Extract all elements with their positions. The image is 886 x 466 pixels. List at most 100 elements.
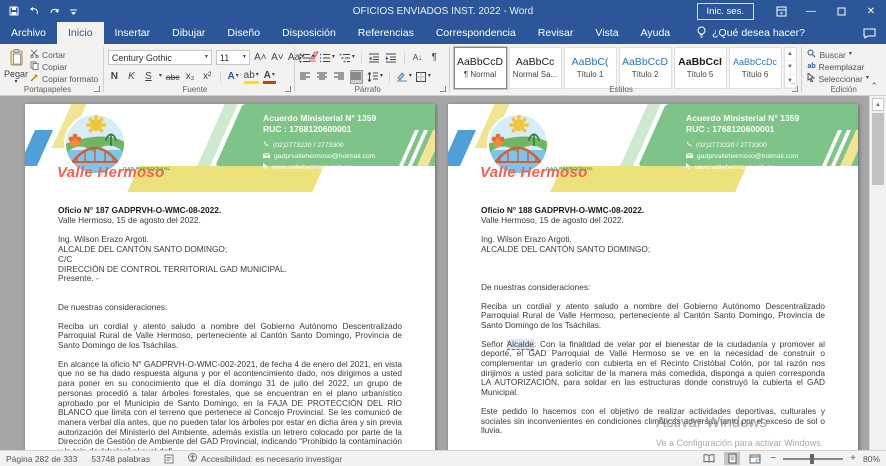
show-formatting-marks-button[interactable]: ¶ bbox=[428, 51, 441, 65]
zoom-slider[interactable] bbox=[783, 458, 843, 460]
paragraph-3[interactable]: Este pedido lo hacemos con el objetivo d… bbox=[481, 407, 825, 436]
salutation[interactable]: De nuestras consideraciones: bbox=[481, 283, 825, 293]
word-count[interactable]: 53748 palabras bbox=[91, 454, 150, 464]
decrease-indent-button[interactable] bbox=[368, 51, 381, 65]
ribbon-display-options-icon[interactable] bbox=[766, 0, 796, 22]
italic-button[interactable]: K bbox=[125, 70, 138, 84]
styles-gallery-scroll[interactable]: ▲ ▼ ▼̲ bbox=[784, 47, 797, 89]
recipient-line[interactable]: Presente. - bbox=[58, 274, 402, 284]
tab-correspondencia[interactable]: Correspondencia bbox=[425, 22, 527, 44]
styles-dialog-launcher-icon[interactable] bbox=[792, 86, 798, 92]
tell-me-search[interactable]: ¿Qué desea hacer? bbox=[681, 22, 805, 44]
recipient-line[interactable]: ALCALDE DEL CANTÓN SANTO DOMINGO; bbox=[481, 245, 825, 255]
tab-vista[interactable]: Vista bbox=[584, 22, 629, 44]
zoom-slider-thumb[interactable] bbox=[810, 454, 814, 464]
bullets-button[interactable]: ▾ bbox=[299, 51, 315, 65]
collapse-ribbon-icon[interactable]: ⌃ bbox=[870, 81, 878, 92]
feedback-icon[interactable] bbox=[863, 22, 886, 44]
page-left[interactable]: Valle Hermoso GAD PARROQUIAL Acuerdo Min… bbox=[25, 104, 435, 450]
copy-button[interactable]: Copiar bbox=[28, 61, 100, 72]
recipient-block[interactable]: Ing. Wilson Erazo Argoti. ALCALDE DEL CA… bbox=[58, 235, 402, 284]
save-icon[interactable] bbox=[9, 6, 19, 16]
scroll-up-icon[interactable]: ▲ bbox=[872, 98, 884, 111]
increase-indent-button[interactable] bbox=[385, 51, 398, 65]
read-mode-icon[interactable] bbox=[701, 452, 717, 465]
page-indicator[interactable]: Página 282 de 333 bbox=[6, 454, 77, 464]
customize-qat-icon[interactable] bbox=[69, 7, 78, 16]
letter-body[interactable]: Oficio N° 187 GADPRVH-O-WMC-08-2022. Val… bbox=[25, 206, 435, 450]
grow-font-button[interactable]: A˄ bbox=[254, 51, 267, 65]
paragraph-2[interactable]: Señor Alcalde: Con la finalidad de velar… bbox=[481, 340, 825, 398]
recipient-line[interactable]: DIRECCIÓN DE CONTROL TERRITORIAL GAD MUN… bbox=[58, 265, 402, 275]
find-button[interactable]: Buscar ▾ bbox=[805, 49, 870, 60]
tab-referencias[interactable]: Referencias bbox=[347, 22, 425, 44]
oficio-date[interactable]: Valle Hermoso, 15 de agosto del 2022. bbox=[58, 216, 402, 226]
superscript-button[interactable]: x² bbox=[201, 70, 214, 84]
tab-archivo[interactable]: Archivo bbox=[0, 22, 57, 44]
borders-button[interactable]: ▾ bbox=[416, 70, 431, 84]
line-spacing-button[interactable]: ▾ bbox=[367, 70, 383, 84]
bold-button[interactable]: N bbox=[108, 70, 121, 84]
document-canvas[interactable]: Valle Hermoso GAD PARROQUIAL Acuerdo Min… bbox=[0, 96, 886, 450]
font-color-button[interactable]: A▾ bbox=[263, 70, 276, 84]
accessibility-status[interactable]: Accesibilidad: es necesario investigar bbox=[188, 453, 342, 464]
maximize-button[interactable] bbox=[826, 0, 856, 22]
clipboard-dialog-launcher-icon[interactable] bbox=[94, 86, 100, 92]
styles-scroll-down-icon[interactable]: ▼ bbox=[785, 61, 796, 74]
numbering-button[interactable]: ▾ bbox=[319, 51, 335, 65]
style-normal[interactable]: AaBbCcD ¶ Normal bbox=[454, 47, 507, 89]
style-normal-sa[interactable]: AaBbCc Normal Sa... bbox=[509, 47, 562, 89]
tab-inicio[interactable]: Inicio bbox=[57, 22, 104, 44]
paragraph-1[interactable]: Reciba un cordial y atento saludo a nomb… bbox=[58, 322, 402, 351]
web-layout-icon[interactable] bbox=[747, 452, 763, 465]
strikethrough-button[interactable]: abc bbox=[166, 70, 180, 84]
select-button[interactable]: Seleccionar ▾ bbox=[805, 73, 870, 84]
paste-button[interactable]: Pegar ▾ bbox=[4, 47, 28, 85]
text-effects-button[interactable]: A▾ bbox=[227, 70, 240, 84]
redo-icon[interactable] bbox=[49, 6, 60, 16]
vertical-scrollbar[interactable]: ▲ bbox=[869, 96, 886, 450]
close-button[interactable]: ✕ bbox=[856, 0, 886, 22]
page-right[interactable]: Valle Hermoso GAD PARROQUIAL Acuerdo Min… bbox=[448, 104, 858, 450]
font-size-combobox[interactable]: 11▾ bbox=[216, 50, 250, 65]
font-dialog-launcher-icon[interactable] bbox=[285, 86, 291, 92]
replace-button[interactable]: ab Reemplazar bbox=[805, 61, 870, 72]
underline-button[interactable]: S bbox=[142, 70, 155, 84]
tab-dibujar[interactable]: Dibujar bbox=[161, 22, 216, 44]
salutation[interactable]: De nuestras consideraciones: bbox=[58, 303, 402, 313]
styles-scroll-up-icon[interactable]: ▲ bbox=[785, 48, 796, 61]
zoom-level[interactable]: 80% bbox=[863, 454, 880, 464]
paragraph-2[interactable]: En alcance la oficio N° GADPRVH-O-WMC-00… bbox=[58, 360, 402, 450]
cut-button[interactable]: Cortar bbox=[28, 49, 100, 60]
minimize-button[interactable]: — bbox=[796, 0, 826, 22]
style-titulo-6[interactable]: AaBbCcDc Título 6 bbox=[729, 47, 782, 89]
format-painter-button[interactable]: Copiar formato bbox=[28, 73, 100, 84]
paragraph-dialog-launcher-icon[interactable] bbox=[440, 86, 446, 92]
oficio-date[interactable]: Valle Hermoso, 15 de agosto del 2022. bbox=[481, 216, 825, 226]
print-layout-icon[interactable] bbox=[724, 452, 740, 465]
multilevel-list-button[interactable]: ▾ bbox=[339, 51, 355, 65]
font-family-combobox[interactable]: Century Gothic▾ bbox=[108, 50, 212, 65]
style-titulo-2[interactable]: AaBbCcD Título 2 bbox=[619, 47, 672, 89]
paragraph-1[interactable]: Reciba un cordial y atento saludo a nomb… bbox=[481, 302, 825, 331]
tab-disposicion[interactable]: Disposición bbox=[271, 22, 347, 44]
style-titulo-1[interactable]: AaBbC( Título 1 bbox=[564, 47, 617, 89]
undo-icon[interactable] bbox=[28, 6, 40, 16]
zoom-in-button[interactable]: + bbox=[850, 454, 856, 464]
letter-body[interactable]: Oficio N° 188 GADPRVH-O-WMC-08-2022. Val… bbox=[448, 206, 858, 450]
tab-revisar[interactable]: Revisar bbox=[527, 22, 585, 44]
tab-diseno[interactable]: Diseño bbox=[216, 22, 271, 44]
scrollbar-thumb[interactable] bbox=[872, 113, 884, 185]
recipient-line[interactable]: ALCALDE DEL CANTÓN SANTO DOMINGO; bbox=[58, 245, 402, 255]
align-right-button[interactable] bbox=[333, 70, 346, 84]
recipient-block[interactable]: Ing. Wilson Erazo Argoti. ALCALDE DEL CA… bbox=[481, 235, 825, 254]
tab-ayuda[interactable]: Ayuda bbox=[630, 22, 682, 44]
style-titulo-5[interactable]: AaBbCcI Título 5 bbox=[674, 47, 727, 89]
proofing-status-icon[interactable] bbox=[164, 454, 174, 464]
highlight-color-button[interactable]: ab▾ bbox=[244, 70, 259, 84]
align-center-button[interactable] bbox=[316, 70, 329, 84]
shading-button[interactable]: ▾ bbox=[396, 70, 412, 84]
shrink-font-button[interactable]: A˅ bbox=[271, 51, 284, 65]
tab-insertar[interactable]: Insertar bbox=[104, 22, 162, 44]
sign-in-button[interactable]: Inic. ses. bbox=[697, 3, 755, 20]
